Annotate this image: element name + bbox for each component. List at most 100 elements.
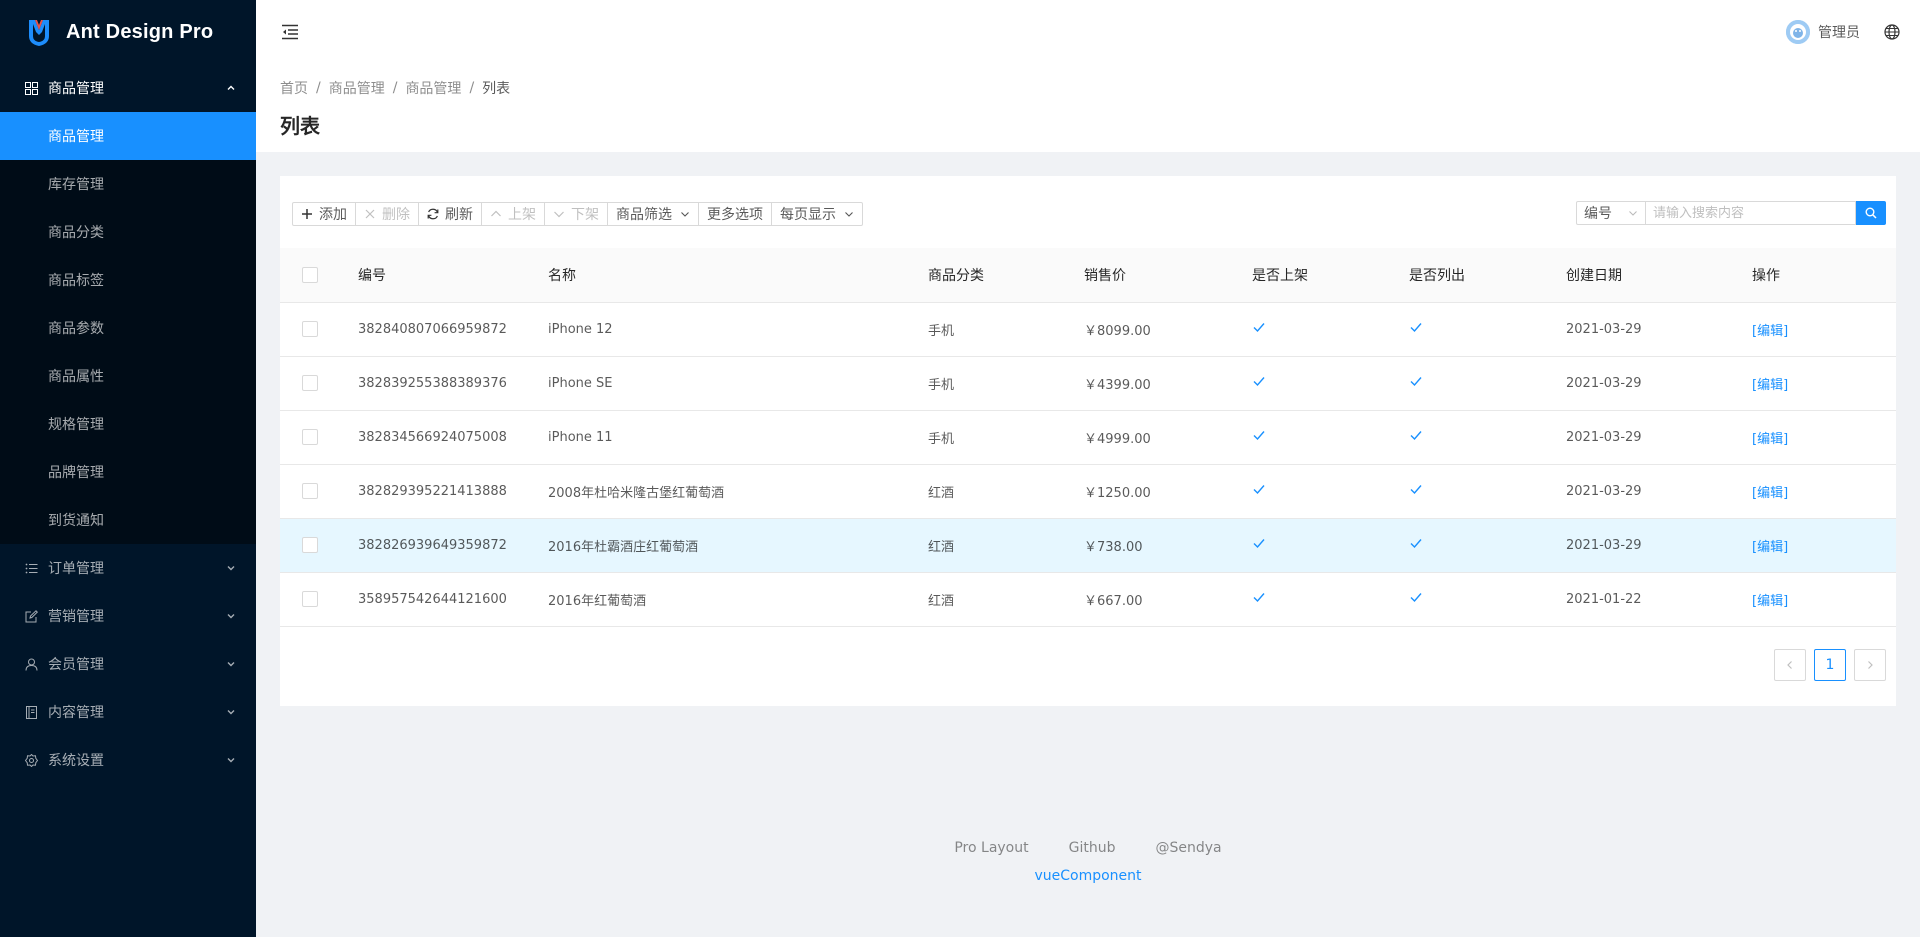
select-all-checkbox[interactable]: [302, 266, 318, 283]
edit-link[interactable]: [编辑]: [1752, 486, 1788, 501]
edit-link[interactable]: [编辑]: [1752, 594, 1788, 609]
prev-page-button[interactable]: [1774, 649, 1806, 681]
sidebar-item-specs[interactable]: 规格管理: [0, 400, 256, 448]
check-icon: [1409, 536, 1423, 550]
sidebar-item-inventory[interactable]: 库存管理: [0, 160, 256, 208]
search-field-select[interactable]: 编号: [1576, 201, 1646, 225]
globe-icon[interactable]: [1884, 24, 1900, 40]
user-icon: [24, 657, 38, 671]
arrow-down-icon: [553, 208, 565, 220]
row-checkbox[interactable]: [302, 375, 318, 391]
table-row[interactable]: 382834566924075008 iPhone 11 手机 ￥4999.00 202…: [280, 410, 1896, 465]
page-size-dropdown[interactable]: 每页显示: [771, 202, 863, 226]
footer-link-pro-layout[interactable]: Pro Layout: [954, 840, 1028, 856]
search-input[interactable]: [1646, 201, 1856, 225]
row-select-cell: [280, 302, 358, 357]
menu-group-settings[interactable]: 系统设置: [0, 736, 256, 784]
on-shelf-button[interactable]: 上架: [481, 202, 545, 226]
menu-group-marketing[interactable]: 营销管理: [0, 592, 256, 640]
sidebar-item-brands[interactable]: 品牌管理: [0, 448, 256, 496]
table-row[interactable]: 382826939649359872 2016年杜霸酒庄红葡萄酒 红酒 ￥738.00…: [280, 518, 1896, 573]
arrow-up-icon: [490, 208, 502, 220]
cell-category: 手机: [928, 302, 1084, 357]
menu-group-members[interactable]: 会员管理: [0, 640, 256, 688]
logo[interactable]: Ant Design Pro: [0, 0, 256, 64]
menu-group-content[interactable]: 内容管理: [0, 688, 256, 736]
cell-price: ￥667.00: [1084, 572, 1252, 627]
next-page-button[interactable]: [1854, 649, 1886, 681]
search-button[interactable]: [1856, 201, 1886, 225]
row-checkbox[interactable]: [302, 537, 318, 553]
sidebar-item-product-management[interactable]: 商品管理: [0, 112, 256, 160]
add-button-label: 添加: [319, 207, 347, 223]
menu-group-orders[interactable]: 订单管理: [0, 544, 256, 592]
footer-copyright[interactable]: vueComponent: [256, 868, 1920, 884]
column-header-on-shelf[interactable]: 是否上架: [1252, 248, 1409, 303]
sidebar-item-category[interactable]: 商品分类: [0, 208, 256, 256]
check-icon: [1409, 428, 1423, 442]
breadcrumb-current: 列表: [482, 81, 511, 97]
check-icon: [1252, 428, 1266, 442]
column-header-id[interactable]: 编号: [358, 248, 548, 303]
more-options-label: 更多选项: [707, 207, 763, 223]
filter-dropdown-label: 商品筛选: [616, 207, 672, 223]
edit-link[interactable]: [编辑]: [1752, 324, 1788, 339]
off-shelf-button-label: 下架: [571, 207, 599, 223]
edit-link[interactable]: [编辑]: [1752, 432, 1788, 447]
table-row[interactable]: 382840807066959872 iPhone 12 手机 ￥8099.00 202…: [280, 302, 1896, 357]
row-checkbox[interactable]: [302, 483, 318, 499]
sidebar-item-attributes[interactable]: 商品属性: [0, 352, 256, 400]
avatar[interactable]: [1786, 20, 1810, 44]
chevron-left-icon: [1787, 661, 1792, 669]
sidebar-item-arrival-notice[interactable]: 到货通知: [0, 496, 256, 544]
menu-group-product[interactable]: 商品管理: [0, 64, 256, 112]
chevron-down-icon: [226, 563, 236, 573]
cell-action: [编辑]: [1752, 518, 1896, 573]
row-checkbox[interactable]: [302, 321, 318, 337]
product-table: 编号 名称 商品分类 销售价 是否上架 是否列出 创建日期 操作 3828408…: [280, 248, 1896, 627]
page-number-button[interactable]: 1: [1814, 649, 1846, 681]
off-shelf-button[interactable]: 下架: [544, 202, 608, 226]
row-checkbox[interactable]: [302, 591, 318, 607]
cell-on-shelf: [1252, 518, 1409, 573]
breadcrumb-home[interactable]: 首页: [280, 78, 308, 98]
footer-link-github[interactable]: Github: [1069, 840, 1116, 856]
edit-link[interactable]: [编辑]: [1752, 378, 1788, 393]
filter-dropdown[interactable]: 商品筛选: [607, 202, 699, 226]
plus-icon: [301, 208, 313, 220]
delete-button[interactable]: 删除: [355, 202, 419, 226]
footer-link-sendya[interactable]: @Sendya: [1156, 840, 1222, 856]
cell-category: 红酒: [928, 518, 1084, 573]
page-title: 列表: [280, 114, 320, 138]
sidebar-item-tags[interactable]: 商品标签: [0, 256, 256, 304]
on-shelf-button-label: 上架: [508, 207, 536, 223]
menu-fold-icon[interactable]: [280, 22, 300, 42]
add-button[interactable]: 添加: [292, 202, 356, 226]
breadcrumb-product-mgmt[interactable]: 商品管理: [329, 78, 385, 98]
cell-name: iPhone 11: [548, 410, 928, 465]
row-checkbox[interactable]: [302, 429, 318, 445]
column-header-date[interactable]: 创建日期: [1566, 248, 1752, 303]
refresh-button[interactable]: 刷新: [418, 202, 482, 226]
setting-icon: [24, 753, 38, 767]
cell-name: 2008年杜哈米隆古堡红葡萄酒: [548, 464, 928, 519]
submenu-product: 商品管理 库存管理 商品分类 商品标签 商品参数 商品属性 规格管理 品牌管理 …: [0, 112, 256, 544]
column-header-name[interactable]: 名称: [548, 248, 928, 303]
cell-listed: [1409, 302, 1566, 357]
table-row[interactable]: 382829395221413888 2008年杜哈米隆古堡红葡萄酒 红酒 ￥1250…: [280, 464, 1896, 519]
table-row[interactable]: 358957542644121600 2016年红葡萄酒 红酒 ￥667.00 2021…: [280, 572, 1896, 627]
edit-link[interactable]: [编辑]: [1752, 540, 1788, 555]
column-header-listed[interactable]: 是否列出: [1409, 248, 1566, 303]
cell-on-shelf: [1252, 464, 1409, 519]
check-icon: [1409, 482, 1423, 496]
table-row[interactable]: 382839255388389376 iPhone SE 手机 ￥4399.00 202…: [280, 356, 1896, 411]
breadcrumb-product-mgmt-sub[interactable]: 商品管理: [405, 78, 461, 98]
cell-on-shelf: [1252, 410, 1409, 465]
sidebar-item-params[interactable]: 商品参数: [0, 304, 256, 352]
more-options-button[interactable]: 更多选项: [698, 202, 772, 226]
chevron-down-icon: [844, 209, 854, 219]
column-header-price[interactable]: 销售价: [1084, 248, 1252, 303]
user-name[interactable]: 管理员: [1818, 22, 1860, 42]
column-header-category[interactable]: 商品分类: [928, 248, 1084, 303]
table-body: 382840807066959872 iPhone 12 手机 ￥8099.00 202…: [280, 302, 1896, 627]
